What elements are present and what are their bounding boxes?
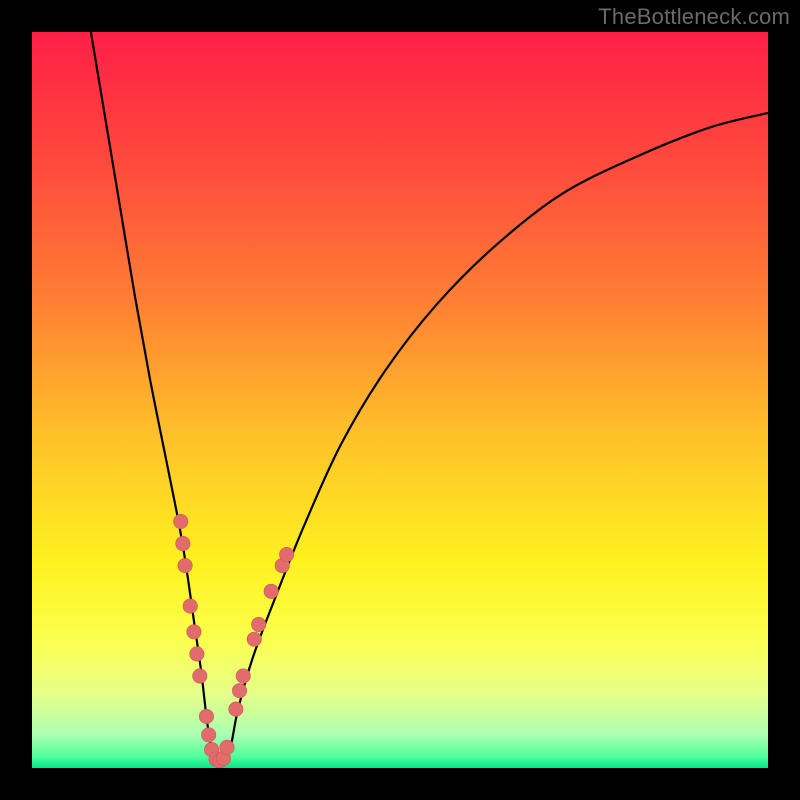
- data-marker: [199, 709, 213, 723]
- data-marker: [232, 684, 246, 698]
- data-marker: [251, 617, 265, 631]
- watermark-text: TheBottleneck.com: [598, 4, 790, 30]
- data-marker: [220, 740, 234, 754]
- data-marker: [190, 647, 204, 661]
- data-marker: [279, 547, 293, 561]
- data-marker: [264, 584, 278, 598]
- data-marker: [201, 728, 215, 742]
- data-marker: [176, 536, 190, 550]
- data-marker: [178, 558, 192, 572]
- data-marker: [247, 632, 261, 646]
- plot-area: [32, 32, 768, 768]
- data-marker: [193, 669, 207, 683]
- chart-svg: [32, 32, 768, 768]
- data-marker: [173, 514, 187, 528]
- data-marker: [229, 702, 243, 716]
- data-marker: [187, 625, 201, 639]
- gradient-bg: [32, 32, 768, 768]
- data-marker: [236, 669, 250, 683]
- data-marker: [183, 599, 197, 613]
- outer-frame: TheBottleneck.com: [0, 0, 800, 800]
